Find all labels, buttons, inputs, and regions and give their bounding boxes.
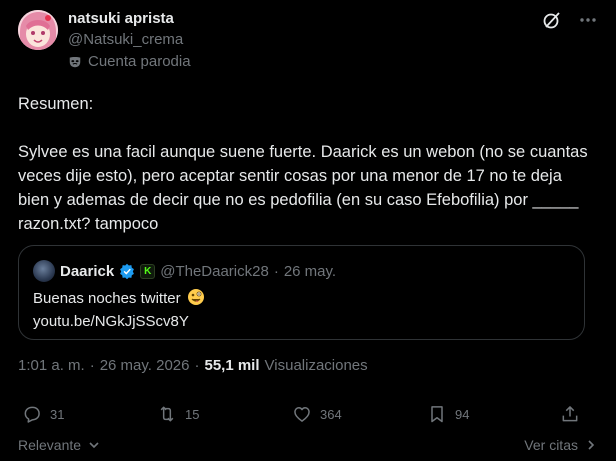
- chevron-right-icon: [588, 440, 595, 450]
- views-count: 55,1 mil: [204, 357, 260, 374]
- quoted-author-name[interactable]: Daarick: [60, 263, 114, 280]
- reply-count: 31: [50, 406, 65, 422]
- post-text: Resumen: Sylvee es una facil aunque suen…: [18, 95, 588, 233]
- separator-dot: ·: [194, 357, 200, 374]
- quoted-line1: Buenas noches twitter: [33, 290, 181, 307]
- separator-dot: ·: [89, 357, 95, 374]
- author-name[interactable]: natsuki aprista: [68, 10, 174, 27]
- like-count: 364: [320, 406, 342, 422]
- post-metadata: 1:01 a. m. · 26 may. 2026 · 55,1 mil Vis…: [18, 357, 368, 374]
- parody-label-text: Cuenta parodia: [88, 53, 191, 70]
- repost-icon: [160, 406, 174, 422]
- separator-dot: ·: [273, 262, 279, 280]
- quoted-date[interactable]: 26 may.: [284, 263, 336, 280]
- quoted-author-handle[interactable]: @TheDaarick28: [160, 263, 269, 280]
- view-quotes-link[interactable]: Ver citas: [524, 437, 598, 453]
- avatar[interactable]: [18, 10, 58, 50]
- share-icon: [562, 406, 578, 422]
- repost-count: 15: [185, 406, 200, 422]
- repost-button[interactable]: 15: [157, 404, 199, 424]
- grok-icon[interactable]: [542, 10, 562, 30]
- header-actions: [542, 10, 598, 30]
- quoted-post-header: Daarick K @TheDaarick28 · 26 may.: [33, 260, 336, 282]
- zany-face-emoji-icon: [187, 288, 205, 312]
- views-label: Visualizaciones: [264, 357, 368, 374]
- verified-badge-icon: [120, 263, 135, 279]
- quoted-text: Buenas noches twitter youtu.be/NGkJjSScv…: [33, 288, 205, 332]
- like-button[interactable]: 364: [292, 404, 342, 424]
- more-icon[interactable]: [578, 10, 598, 30]
- post-footer: Relevante Ver citas: [18, 437, 598, 457]
- post-time[interactable]: 1:01 a. m.: [18, 357, 85, 374]
- post-header: natsuki aprista @Natsuki_crema Cuenta pa…: [18, 8, 598, 78]
- chevron-down-icon: [89, 442, 99, 449]
- parody-label: Cuenta parodia: [68, 53, 191, 70]
- affiliate-badge: K: [140, 263, 156, 279]
- post-date[interactable]: 26 may. 2026: [100, 357, 190, 374]
- like-icon: [294, 407, 310, 422]
- reply-icon: [24, 406, 40, 423]
- quoted-link[interactable]: youtu.be/NGkJjSScv8Y: [33, 312, 205, 332]
- sort-label: Relevante: [18, 437, 82, 453]
- view-quotes-label: Ver citas: [524, 437, 578, 453]
- bookmark-count: 94: [455, 406, 470, 422]
- mask-icon: [69, 56, 81, 67]
- share-button[interactable]: [560, 404, 580, 424]
- author-handle[interactable]: @Natsuki_crema: [68, 31, 183, 48]
- bookmark-button[interactable]: 94: [427, 404, 469, 424]
- quoted-avatar[interactable]: [33, 260, 55, 282]
- action-bar: 31 15 364 94: [22, 404, 582, 428]
- sort-dropdown[interactable]: Relevante: [18, 437, 101, 453]
- bookmark-icon: [431, 406, 443, 423]
- quoted-post[interactable]: Daarick K @TheDaarick28 · 26 may. Buenas…: [18, 245, 585, 340]
- reply-button[interactable]: 31: [22, 404, 64, 424]
